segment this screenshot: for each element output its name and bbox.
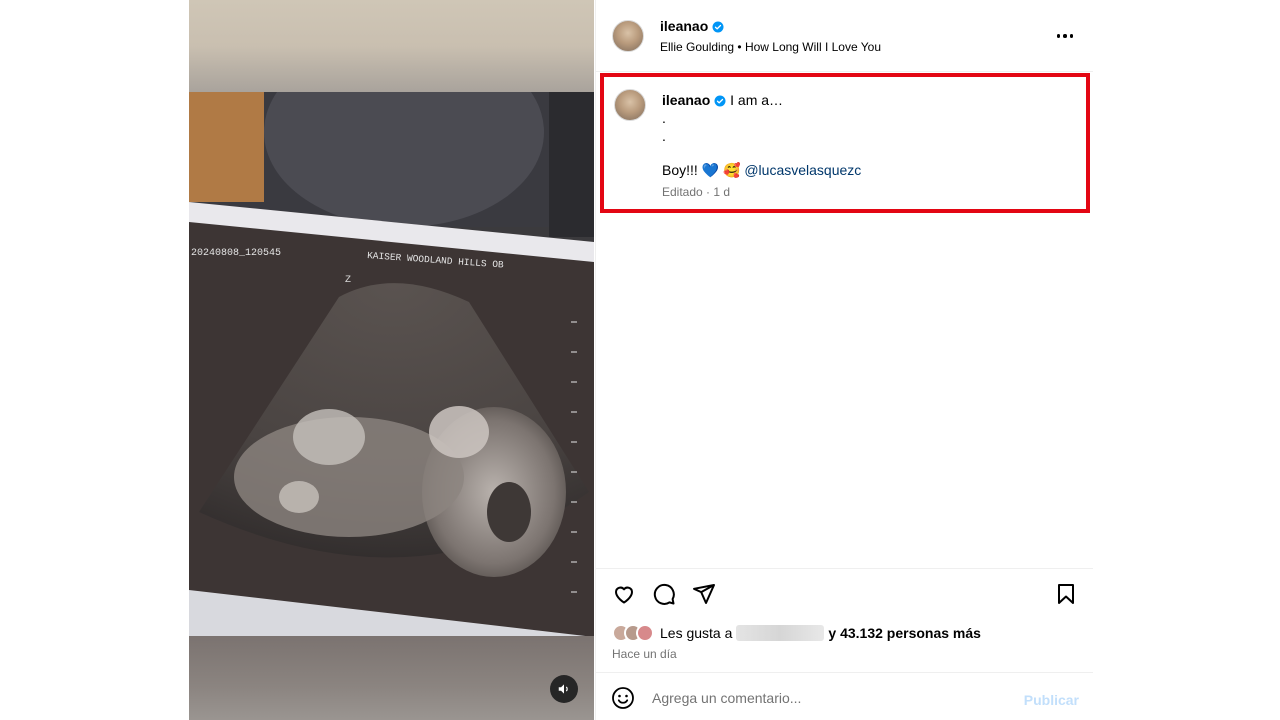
save-button[interactable] [1053,581,1079,607]
post-header: ileanao Ellie Goulding • How Long Will I… [596,0,1093,72]
song-title: How Long Will I Love You [744,40,882,54]
comment-icon [653,583,675,605]
caption-content: ileanao I am a… . . Boy!!! 💙 🥰 @lucasvel… [662,91,1072,199]
ultrasound-header-text: 20240808_120545 [191,248,281,259]
caption-first-line: ileanao I am a… [662,91,1072,109]
more-horizontal-icon [1056,34,1061,38]
blue-heart-emoji: 💙 [701,162,720,178]
likes-prefix: Les gusta a [660,625,733,641]
likes-summary[interactable]: Les gusta a y 43.132 personas más [612,623,981,643]
likes-count[interactable]: y 43.132 personas más [828,625,981,641]
avatar[interactable] [612,20,644,52]
comment-button[interactable] [651,581,677,607]
bookmark-icon [1058,584,1074,604]
verified-badge-icon [712,21,724,33]
verified-badge-icon [714,95,726,107]
publish-button[interactable]: Publicar [1024,692,1079,708]
heart-icon [615,586,633,604]
mention-link[interactable]: @lucasvelasquezc [744,162,861,178]
caption-username[interactable]: ileanao [662,92,710,108]
smiling-face-emoji: 🥰 [723,162,741,178]
username-link[interactable]: ileanao [660,18,708,34]
comment-input[interactable] [652,687,1012,709]
caption-avatar[interactable] [614,89,646,121]
caption-highlight: ileanao I am a… . . Boy!!! 💙 🥰 @lucasvel… [600,73,1090,213]
caption-dot-2: . [662,128,666,144]
media-blur-top [189,0,594,92]
caption-text: I am a… [730,92,784,108]
caption-meta: Editado · 1 d [662,185,1072,199]
artist-name: Ellie Goulding [660,40,735,54]
share-button[interactable] [691,581,717,607]
post-time[interactable]: Hace un día [612,647,677,661]
send-icon [693,584,715,604]
like-button[interactable] [611,581,637,607]
caption-boy-line: Boy!!! 💙 🥰 @lucasvelasquezc [662,161,1072,179]
separator: • [737,40,742,54]
audio-attribution[interactable]: Ellie Goulding • How Long Will I Love Yo… [660,40,881,54]
liker-avatar [636,624,654,642]
ultrasound-photo: 20240808_120545 KAISER WOODLAND HILLS OB… [189,92,594,637]
caption-dot-1: . [662,110,666,126]
post-side-panel: ileanao Ellie Goulding • How Long Will I… [595,0,1093,720]
emoji-button[interactable] [610,685,636,711]
blurred-username[interactable] [736,625,825,641]
more-options-button[interactable] [1053,26,1077,46]
caption-boy-text: Boy!!! [662,162,698,178]
caption-age[interactable]: 1 d [713,185,730,199]
post-media[interactable]: 20240808_120545 KAISER WOODLAND HILLS OB… [189,0,594,720]
post-actions: Les gusta a y 43.132 personas más Hace u… [596,568,1093,672]
volume-icon [558,684,568,694]
comment-bar: Publicar [596,672,1093,720]
smiley-icon [612,687,634,709]
meta-separator: · [706,185,711,199]
header-user: ileanao [660,18,724,36]
edited-label: Editado [662,185,703,199]
media-blur-bottom [189,636,594,720]
sound-toggle-button[interactable] [550,675,578,703]
ultrasound-image: 20240808_120545 KAISER WOODLAND HILLS OB… [189,92,594,637]
ultrasound-marker-text: Z [345,275,351,286]
